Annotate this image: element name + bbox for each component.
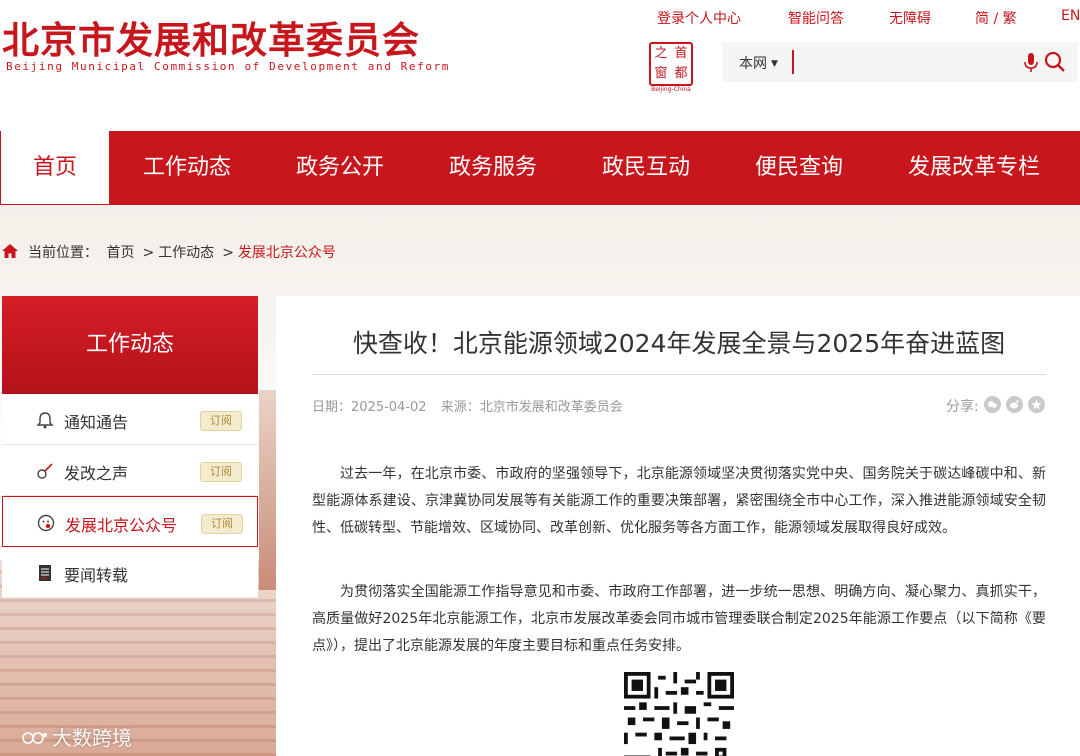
- qzone-share-icon[interactable]: [1028, 396, 1045, 413]
- nav-item-reform-column[interactable]: 发展改革专栏: [893, 131, 1055, 205]
- subscribe-button[interactable]: 订阅: [201, 514, 243, 534]
- sidebar-item-voice[interactable]: 发改之声 订阅: [2, 445, 258, 496]
- nav-item-home[interactable]: 首页: [0, 131, 110, 205]
- home-icon: [2, 244, 18, 258]
- seal-char: 首: [674, 46, 688, 61]
- nav-item-convenience[interactable]: 便民查询: [740, 131, 858, 205]
- breadcrumb-separator: >: [222, 245, 234, 261]
- seal-char: 之: [654, 46, 668, 61]
- sidebar-title: 工作动态: [2, 296, 258, 394]
- simplified-traditional-link[interactable]: 简 / 繁: [975, 8, 1017, 28]
- caret-down-icon: ▼: [771, 59, 778, 69]
- watermark-text: 大数跨境: [52, 726, 132, 750]
- seal-char: 窗: [654, 66, 668, 81]
- sidebar-item-reprinted-news[interactable]: 要闻转载: [2, 547, 258, 598]
- search-scope-dropdown[interactable]: 本网 ▼: [739, 53, 778, 73]
- login-link[interactable]: 登录个人中心: [657, 8, 741, 28]
- sidebar-item-label: 发改之声: [64, 464, 129, 483]
- seal-caption: Beijing-China: [651, 86, 691, 93]
- english-link[interactable]: EN: [1061, 8, 1080, 24]
- article-source: 来源：北京市发展和改革委员会: [440, 400, 623, 415]
- sidebar-item-label: 通知通告: [64, 413, 129, 432]
- search-scope-label: 本网: [739, 56, 767, 72]
- watermark-logo-icon: [22, 732, 47, 744]
- subscribe-button[interactable]: 订阅: [200, 411, 242, 431]
- main-nav: 首页 工作动态 政务公开 政务服务 政民互动 便民查询 发展改革专栏: [0, 131, 1080, 205]
- search-icon[interactable]: [1044, 51, 1066, 73]
- site-logo-cn[interactable]: 北京市发展和改革委员会: [2, 10, 420, 64]
- wechat-share-icon[interactable]: [984, 396, 1001, 413]
- breadcrumb-item-work-news[interactable]: 工作动态: [158, 245, 214, 261]
- breadcrumb: 当前位置： 首页 > 工作动态 > 发展北京公众号: [2, 242, 340, 262]
- sidebar-item-notices[interactable]: 通知通告 订阅: [2, 394, 258, 445]
- newspaper-icon: [39, 565, 51, 581]
- palace-roof-decoration: [259, 390, 276, 590]
- title-divider: [312, 374, 1046, 375]
- accessibility-link[interactable]: 无障碍: [889, 8, 931, 28]
- bell-icon: [36, 412, 54, 429]
- microphone-icon[interactable]: [1024, 53, 1038, 73]
- weibo-share-icon[interactable]: [1006, 396, 1023, 413]
- article-title: 快查收！北京能源领域2024年发展全景与2025年奋进蓝图: [352, 329, 1006, 358]
- smart-qa-link[interactable]: 智能问答: [788, 8, 844, 28]
- sidebar-item-label: 要闻转载: [64, 566, 129, 585]
- site-logo-en: Beijing Municipal Commission of Developm…: [6, 60, 451, 73]
- wechat-icon: [37, 514, 55, 532]
- seal-char: 都: [674, 66, 688, 81]
- guitar-icon: [37, 463, 53, 479]
- capital-window-seal-logo[interactable]: 之 首 窗 都 Beijing-China: [645, 42, 697, 94]
- search-bar: 本网 ▼: [722, 42, 1078, 82]
- breadcrumb-item-home[interactable]: 首页: [106, 245, 134, 261]
- watermark: 大数跨境: [22, 722, 132, 751]
- nav-item-work-news[interactable]: 工作动态: [128, 131, 246, 205]
- sidebar-menu: 通知通告 订阅 发改之声 订阅 发展北京公众号 订阅 要闻转载: [2, 394, 258, 598]
- share-label: 分享:: [946, 399, 979, 415]
- article-panel: 快查收！北京能源领域2024年发展全景与2025年奋进蓝图 日期：2025-04…: [276, 296, 1080, 756]
- article-meta: 日期：2025-04-02 来源：北京市发展和改革委员会: [312, 396, 623, 415]
- sidebar-item-wechat-account[interactable]: 发展北京公众号 订阅: [2, 496, 258, 547]
- qr-code-image: [624, 672, 734, 756]
- sidebar-item-label: 发展北京公众号: [65, 516, 178, 535]
- article-date: 日期：2025-04-02: [312, 400, 427, 415]
- nav-item-interaction[interactable]: 政民互动: [587, 131, 705, 205]
- top-links: 登录个人中心 智能问答 无障碍 简 / 繁 EN: [657, 8, 1080, 28]
- nav-item-gov-services[interactable]: 政务服务: [434, 131, 552, 205]
- search-input[interactable]: [792, 50, 1012, 74]
- breadcrumb-prefix: 当前位置：: [28, 245, 98, 261]
- breadcrumb-item-current[interactable]: 发展北京公众号: [238, 245, 336, 261]
- subscribe-button[interactable]: 订阅: [200, 462, 242, 482]
- article-paragraph: 为贯彻落实全国能源工作指导意见和市委、市政府工作部署，进一步统一思想、明确方向、…: [312, 584, 1046, 654]
- breadcrumb-separator: >: [142, 245, 155, 261]
- article-paragraph: 过去一年，在北京市委、市政府的坚强领导下，北京能源领域坚决贯彻落实党中央、国务院…: [312, 466, 1046, 536]
- site-header: 北京市发展和改革委员会 Beijing Municipal Commission…: [0, 0, 1080, 130]
- nav-item-gov-affairs[interactable]: 政务公开: [281, 131, 399, 205]
